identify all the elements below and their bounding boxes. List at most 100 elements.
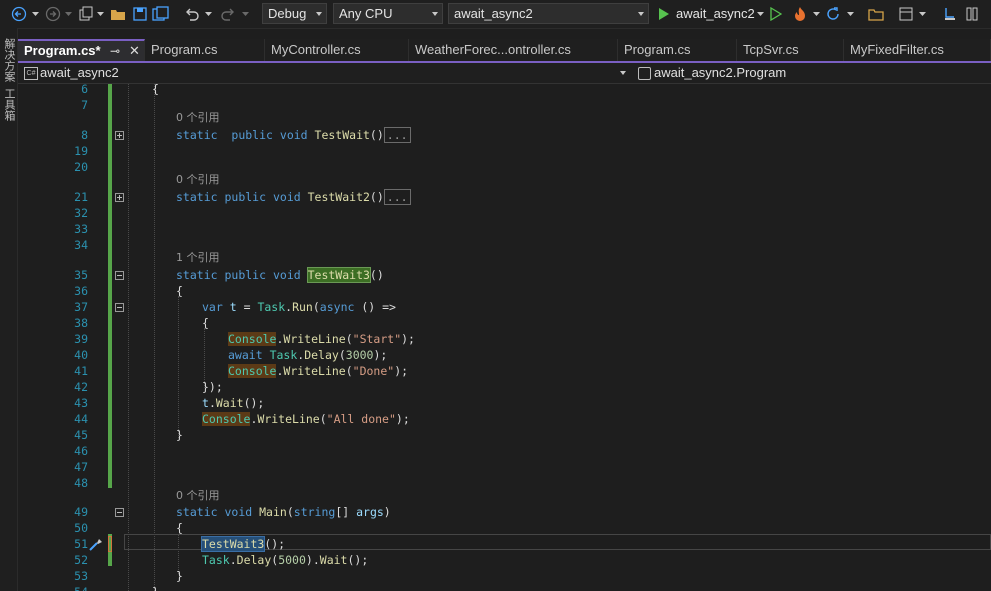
collapsed-block[interactable]: ... — [383, 127, 411, 143]
startup-project-select[interactable]: await_async2 — [448, 3, 649, 24]
tab-label: MyController.cs — [271, 42, 361, 57]
line-number: 39 — [74, 332, 88, 346]
code-line: 42 }); — [18, 379, 991, 395]
type-name: await_async2.Program — [654, 65, 787, 80]
code-line: 40 await Task.Delay(3000); — [18, 347, 991, 363]
chevron-down-icon[interactable] — [64, 4, 72, 24]
pin-icon[interactable]: ⊸ — [110, 41, 120, 61]
chevron-down-icon[interactable] — [240, 4, 250, 24]
tab-label: Program.cs — [624, 42, 691, 57]
tab-mycontroller-cs[interactable]: MyController.cs — [265, 39, 409, 61]
code-line: 8 static public void TestWait()... — [18, 127, 991, 143]
save-icon[interactable] — [130, 4, 150, 24]
collapsed-block[interactable]: ... — [383, 189, 411, 205]
open-folder-icon[interactable] — [108, 4, 128, 24]
solution-explorer-tab[interactable]: 解决方案 — [1, 38, 17, 82]
code-line: 50 { — [18, 520, 991, 536]
line-number: 44 — [74, 412, 88, 426]
startup-project-value: await_async2 — [454, 6, 533, 21]
codelens: 0 个引用 — [18, 172, 991, 186]
code-line: 6 { — [18, 84, 991, 97]
code-line: 35 static public void TestWait3() — [18, 267, 991, 283]
code-line: 54 } — [18, 584, 991, 591]
step-into-icon[interactable] — [940, 4, 960, 24]
side-tool-strip: 解决方案 工具箱 — [0, 28, 18, 591]
code-line: 19 — [18, 143, 991, 159]
save-all-icon[interactable] — [150, 4, 172, 24]
platform-select[interactable]: Any CPU — [333, 3, 443, 24]
collapse-icon[interactable] — [115, 271, 124, 280]
chevron-down-icon[interactable] — [755, 4, 765, 24]
reference-count[interactable]: 0 个引用 — [176, 110, 220, 126]
type-dropdown[interactable]: await_async2.Program — [636, 63, 786, 83]
line-number: 42 — [74, 380, 88, 394]
code-line: 49 static void Main(string[] args) — [18, 504, 991, 520]
tab-program-cs-active[interactable]: Program.cs* ⊸ ✕ — [18, 39, 145, 61]
reference-count[interactable]: 0 个引用 — [176, 172, 220, 188]
panel-icon[interactable] — [962, 4, 982, 24]
line-number: 54 — [18, 584, 88, 591]
chevron-down-icon[interactable] — [96, 4, 104, 24]
collapse-icon[interactable] — [115, 508, 124, 517]
line-number: 41 — [74, 364, 88, 378]
toolbox-tab[interactable]: 工具箱 — [1, 88, 17, 121]
project-name: await_async2 — [40, 65, 119, 80]
tab-tcpsvr-cs[interactable]: TcpSvr.cs — [737, 39, 844, 61]
code-line: 46 — [18, 443, 991, 459]
code-line: 33 — [18, 221, 991, 237]
line-number: 46 — [74, 444, 88, 458]
project-dropdown[interactable]: C# await_async2 — [22, 63, 119, 83]
code-line: 47 — [18, 459, 991, 475]
code-line: 41 Console.WriteLine("Done"); — [18, 363, 991, 379]
highlighted-symbol[interactable]: TestWait3 — [306, 267, 371, 283]
chevron-down-icon[interactable] — [917, 4, 927, 24]
config-select[interactable]: Debug — [262, 3, 327, 24]
tab-label: Program.cs* — [24, 43, 101, 58]
undo-icon[interactable] — [182, 4, 202, 24]
run-target-label[interactable]: await_async2 — [676, 4, 755, 24]
line-number: 43 — [74, 396, 88, 410]
tab-weatherforecastcontroller-cs[interactable]: WeatherForec...ontroller.cs — [409, 39, 618, 61]
hot-reload-icon[interactable] — [790, 4, 810, 24]
code-line: 39 Console.WriteLine("Start"); — [18, 331, 991, 347]
new-project-icon[interactable] — [76, 4, 96, 24]
class-icon — [638, 67, 651, 80]
chevron-down-icon[interactable] — [845, 4, 855, 24]
refresh-icon[interactable] — [823, 4, 843, 24]
tab-myfixedfilter-cs[interactable]: MyFixedFilter.cs — [844, 39, 991, 61]
code-line: 51 TestWait3(); — [18, 536, 991, 552]
line-number: 49 — [74, 505, 88, 519]
chevron-down-icon[interactable] — [811, 4, 821, 24]
browse-folder-icon[interactable] — [866, 4, 886, 24]
document-tabs: Program.cs* ⊸ ✕ Program.cs MyController.… — [18, 39, 991, 63]
chevron-down-icon[interactable] — [203, 4, 213, 24]
code-line: 53 } — [18, 568, 991, 584]
reference-count[interactable]: 1 个引用 — [176, 250, 220, 266]
code-line: 45 } — [18, 427, 991, 443]
csharp-file-icon: C# — [24, 67, 38, 80]
tab-program-cs[interactable]: Program.cs — [145, 39, 265, 61]
forward-icon[interactable] — [42, 4, 64, 24]
chevron-down-icon[interactable] — [620, 71, 626, 75]
line-number: 40 — [74, 348, 88, 362]
start-without-debug-icon[interactable] — [767, 4, 785, 24]
start-debug-icon[interactable] — [655, 4, 673, 24]
expand-icon[interactable] — [115, 131, 124, 140]
redo-icon[interactable] — [218, 4, 238, 24]
chevron-down-icon[interactable] — [30, 4, 40, 24]
expand-icon[interactable] — [115, 193, 124, 202]
code-line: 36 { — [18, 283, 991, 299]
reference-count[interactable]: 0 个引用 — [176, 488, 220, 504]
close-icon[interactable]: ✕ — [129, 41, 140, 61]
code-editor[interactable]: 6 { 7 0 个引用 8 static public void TestWai… — [18, 84, 991, 591]
platform-value: Any CPU — [339, 6, 393, 21]
layout-icon[interactable] — [896, 4, 916, 24]
selected-symbol[interactable]: TestWait3 — [200, 536, 266, 552]
tab-program-cs-2[interactable]: Program.cs — [618, 39, 737, 61]
tab-label: Program.cs — [151, 42, 218, 57]
line-number: 50 — [74, 521, 88, 535]
code-line: 21 static public void TestWait2()... — [18, 189, 991, 205]
back-icon[interactable] — [8, 4, 30, 24]
collapse-icon[interactable] — [115, 303, 124, 312]
code-line: 32 — [18, 205, 991, 221]
